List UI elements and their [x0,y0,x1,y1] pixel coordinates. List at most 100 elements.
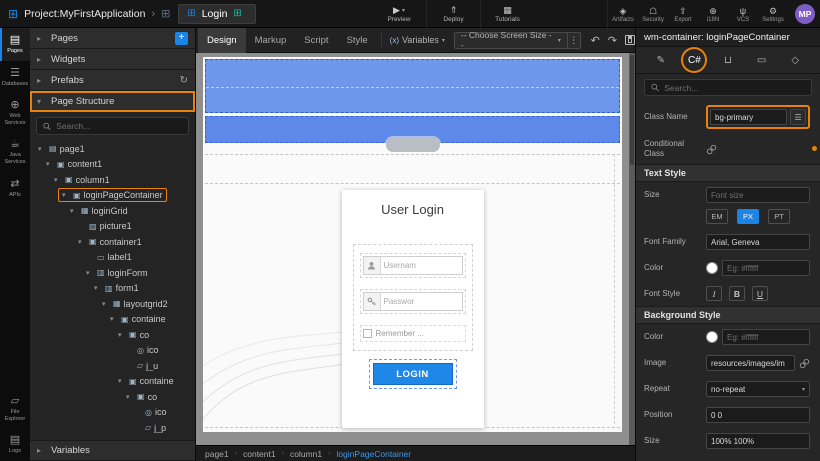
security-button[interactable]: ☖ Security [638,0,668,28]
background-color-input[interactable] [722,329,810,345]
link-icon[interactable] [799,358,810,369]
user-avatar[interactable]: MP [795,4,815,24]
rail-item-logs[interactable]: ▤ Logs [0,428,30,461]
unit-button[interactable]: PT [768,209,790,224]
rail-item-pages[interactable]: ▤ Pages [0,28,30,61]
username-input[interactable] [381,257,462,274]
deploy-button[interactable]: ⇑ ▾ Deploy [426,0,480,28]
unit-button[interactable]: PX [737,209,759,224]
rail-item-apis[interactable]: ⇄ APIs [0,172,30,205]
rail-item-databases[interactable]: ☰ Databases [0,61,30,94]
tree-node-loginGrid[interactable]: ▾ ▦ loginGrid [30,203,195,219]
login-button[interactable]: LOGIN [373,363,453,385]
chevron-down-icon[interactable]: ▾ [86,269,94,277]
chevron-down-icon[interactable]: ▾ [78,238,86,246]
properties-search-input[interactable] [664,83,805,93]
selected-header-container[interactable] [205,59,620,113]
tab-style[interactable]: Style [338,28,377,53]
chevron-down-icon[interactable]: ▾ [126,393,134,401]
section-widgets[interactable]: Widgets + ↻ [30,49,195,70]
export-button[interactable]: ⇧ Export [668,0,698,28]
redo-icon[interactable]: ↷ [608,34,617,47]
font-style-button[interactable]: I [706,286,722,301]
chevron-down-icon[interactable]: ▾ [70,207,78,215]
section-page-structure[interactable]: Page Structure + ↻ [30,91,195,112]
tree-node-containe-1[interactable]: ▾ ▣ containe [30,312,195,328]
rail-item-file-explorer[interactable]: ▱ File Explorer [0,389,30,428]
rail-item-web-services[interactable]: ⊕ Web Services [0,93,30,132]
variables-button[interactable]: (x) Variables ▾ [390,35,445,45]
rail-item-java-services[interactable]: ☕ Java Services [0,132,30,171]
tab-markup[interactable]: Markup [246,28,296,53]
undo-icon[interactable]: ↶ [591,34,600,47]
chevron-down-icon[interactable]: ▾ [118,331,126,339]
chevron-down-icon[interactable]: ▾ [62,191,70,199]
rp-tab-properties[interactable]: ✎ [650,49,672,71]
font-style-button[interactable]: B [729,286,745,301]
i18n-button[interactable]: ⊕ i18N [698,0,728,28]
section-variables[interactable]: Variables [30,440,195,461]
refresh-icon[interactable]: ↻ [180,75,188,86]
chevron-down-icon[interactable]: ▾ [118,377,126,385]
screen-size-select[interactable]: -- Choose Screen Size -- ▾ [454,32,568,49]
breadcrumb-item[interactable]: page1 [205,449,229,459]
app-menu-icon[interactable]: ⊞ [8,8,18,20]
page-tab-login[interactable]: ⊞ Login ⊞ [178,4,256,24]
link-icon[interactable] [706,144,717,155]
tree-node-label1[interactable]: ▾ ▭ label1 [30,250,195,266]
tree-node-column1[interactable]: ▾ ▣ column1 [30,172,195,188]
background-size-input[interactable] [706,433,810,449]
background-position-input[interactable] [706,407,810,423]
tree-node-picture1[interactable]: ▾ ▨ picture1 [30,219,195,235]
text-color-swatch[interactable] [706,262,718,274]
tab-script[interactable]: Script [295,28,337,53]
tree-node-co-2[interactable]: ▾ ▣ co [30,389,195,405]
tree-node-page1[interactable]: ▾ ▤ page1 [30,141,195,157]
chevron-down-icon[interactable]: ▾ [102,300,110,308]
login-card[interactable]: User Login [342,190,484,428]
rp-tab-magnet[interactable]: ⊔ [717,49,739,71]
tree-node-ico-1[interactable]: ▾ ◎ ico [30,343,195,359]
vcs-button[interactable]: ψ VCS [728,0,758,28]
background-repeat-select[interactable]: no-repeat ▾ [706,381,810,397]
tree-node-loginForm[interactable]: ▾ ▥ loginForm [30,265,195,281]
add-page-button[interactable]: + [175,32,188,45]
tree-node-container1[interactable]: ▾ ▣ container1 [30,234,195,250]
chevron-down-icon[interactable]: ▾ [54,176,62,184]
unit-button[interactable]: EM [706,209,728,224]
save-icon[interactable] [625,35,635,45]
breadcrumb-item[interactable]: loginPageContainer [336,449,411,459]
chevron-down-icon[interactable]: ▾ [110,315,118,323]
chevron-down-icon[interactable]: ▾ [94,284,102,292]
tree-node-content1[interactable]: ▾ ▣ content1 [30,157,195,173]
class-list-icon[interactable]: ☰ [790,109,806,125]
tab-design[interactable]: Design [198,28,246,53]
breadcrumb-item[interactable]: content1 [243,449,276,459]
remember-me-row[interactable]: Remember ... [360,325,466,342]
tree-node-containe-2[interactable]: ▾ ▣ containe [30,374,195,390]
breadcrumb-item[interactable]: column1 [290,449,322,459]
section-pages[interactable]: Pages + ↻ [30,28,195,49]
chevron-down-icon[interactable]: ▾ [46,160,54,168]
rp-tab-style[interactable]: C# [683,49,705,71]
settings-button[interactable]: ⚙ Settings [758,0,788,28]
rp-tab-dialog[interactable]: ▭ [751,49,773,71]
text-color-input[interactable] [722,260,810,276]
more-options-button[interactable]: ⋮ [568,32,581,49]
tree-node-j_u[interactable]: ▾ ▱ j_u [30,358,195,374]
font-size-input[interactable] [706,187,810,203]
chevron-down-icon[interactable]: ▾ [38,145,46,153]
artifacts-button[interactable]: ◈ Artifacts [608,0,638,28]
scrollbar-thumb[interactable] [630,55,634,165]
remember-checkbox[interactable] [363,329,372,338]
page-canvas[interactable]: User Login [203,57,622,432]
class-name-input[interactable] [710,109,787,125]
background-color-swatch[interactable] [706,331,718,343]
tree-node-form1[interactable]: ▾ ▥ form1 [30,281,195,297]
pages-grid-icon[interactable]: ⊞ [161,8,170,20]
background-image-input[interactable] [706,355,795,371]
tree-node-ico-2[interactable]: ▾ ◎ ico [30,405,195,421]
password-input[interactable] [381,293,462,310]
section-prefabs[interactable]: Prefabs + ↻ [30,70,195,91]
structure-search-input[interactable] [56,121,182,131]
